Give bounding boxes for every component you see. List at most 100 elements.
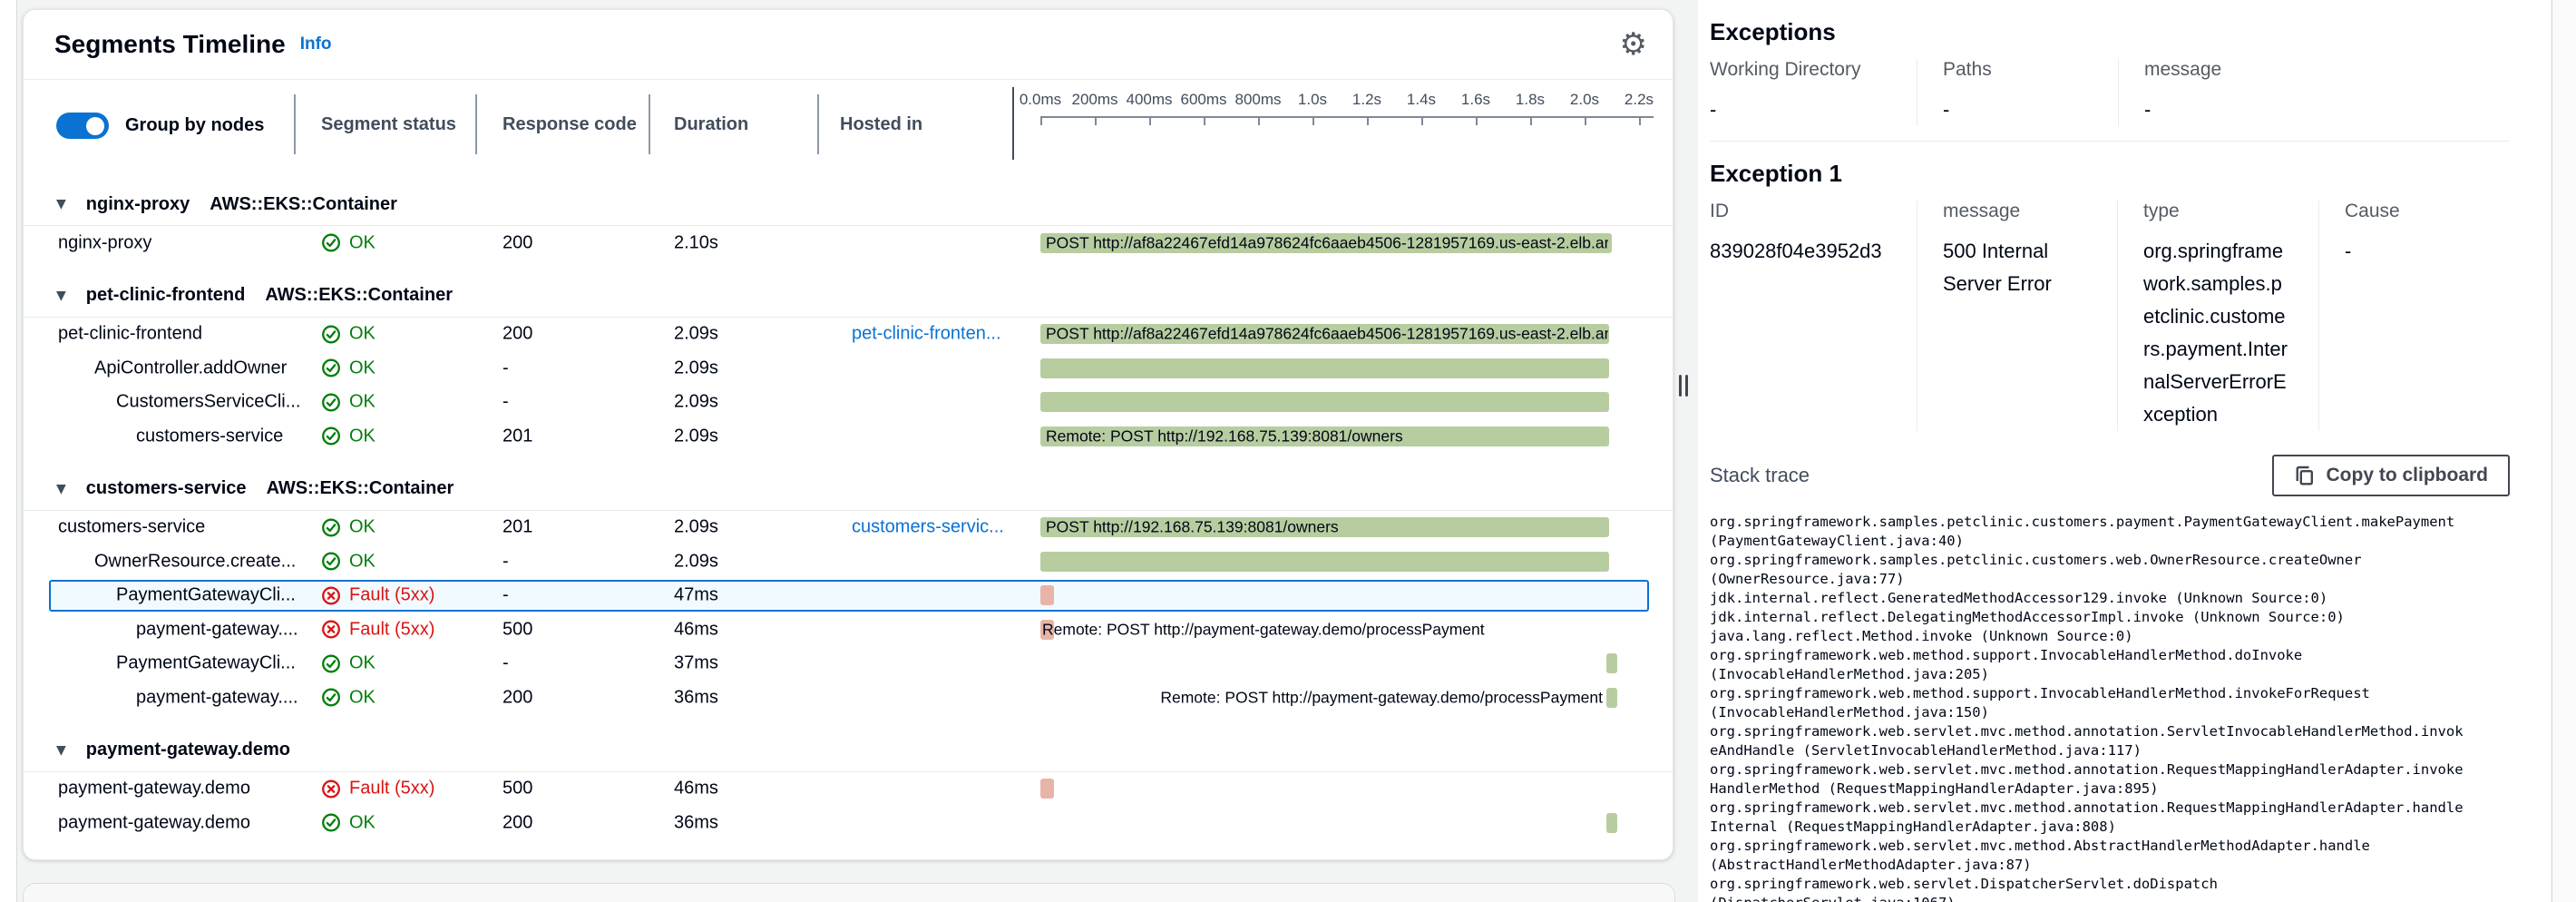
check-circle-icon [321, 653, 341, 673]
group-name: payment-gateway.demo [86, 740, 290, 760]
timeline-bar[interactable] [1606, 653, 1617, 673]
message-field: message - [2118, 59, 2499, 126]
table-row[interactable]: customers-service OK 201 2.09s customers… [24, 511, 1673, 545]
duration: 2.09s [674, 324, 718, 345]
group-header-payment-gateway-demo[interactable]: ▼ payment-gateway.demo [24, 730, 1673, 772]
panel-resize-handle[interactable] [1685, 375, 1688, 397]
table-row[interactable]: OwnerResource.create... OK - 2.09s [24, 544, 1673, 579]
group-header-nginx-proxy[interactable]: ▼ nginx-proxy AWS::EKS::Container [24, 183, 1673, 226]
axis-tick-label: 0.0ms [1020, 91, 1061, 109]
paths-field: Paths - [1917, 59, 2118, 126]
table-row[interactable]: payment-gateway.demo Fault (5xx) 500 46m… [24, 772, 1673, 807]
copy-to-clipboard-button[interactable]: Copy to clipboard [2272, 455, 2511, 496]
response-code: 200 [503, 324, 532, 345]
gear-icon[interactable]: ⚙ [1620, 29, 1647, 60]
collapse-triangle-icon[interactable]: ▼ [56, 289, 66, 303]
status-badge: OK [321, 426, 376, 446]
divider [1710, 141, 2510, 142]
table-row[interactable]: ApiController.addOwner OK - 2.09s [24, 351, 1673, 386]
response-code: 200 [503, 232, 532, 253]
timeline-bar[interactable] [1040, 358, 1609, 378]
duration: 46ms [674, 779, 718, 799]
table-row[interactable]: PaymentGatewayCli... OK - 37ms [24, 647, 1673, 681]
response-code: - [503, 358, 509, 378]
column-header-hosted-in: Hosted in [840, 114, 922, 135]
duration: 2.09s [674, 392, 718, 413]
axis-tick-label: 800ms [1234, 91, 1281, 109]
duration: 37ms [674, 653, 718, 674]
column-divider [817, 94, 819, 154]
group-header-customers-service[interactable]: ▼ customers-service AWS::EKS::Container [24, 468, 1673, 511]
table-row[interactable]: customers-service OK 201 2.09s Remote: P… [24, 419, 1673, 454]
table-row[interactable]: payment-gateway.... OK 200 36ms Remote: … [24, 681, 1673, 715]
toggle-knob [86, 117, 104, 135]
timeline-bar-label: POST http://192.168.75.139:8081/owners [1046, 518, 1339, 537]
column-divider [294, 94, 296, 154]
status-badge: OK [321, 517, 376, 538]
panel-resize-handle[interactable] [1679, 375, 1682, 397]
segment-name: nginx-proxy [58, 232, 151, 253]
timeline-bar[interactable] [1606, 813, 1617, 833]
column-divider [649, 94, 650, 154]
group-name: pet-clinic-frontend [86, 285, 246, 306]
response-code: - [503, 585, 509, 606]
segment-name: PaymentGatewayCli... [116, 653, 296, 674]
collapse-triangle-icon[interactable]: ▼ [56, 743, 66, 758]
copy-icon [2294, 465, 2316, 486]
timeline-bar-label: POST http://af8a22467efd14a978624fc6aaeb… [1046, 233, 1608, 252]
timeline-bar[interactable] [1040, 779, 1054, 799]
exception-cause-field: Cause - [2318, 201, 2536, 431]
axis-tick-label: 400ms [1126, 91, 1172, 109]
hosted-in-link[interactable]: customers-servic... [852, 517, 1004, 538]
axis-tick-label: 1.0s [1298, 91, 1327, 109]
x-circle-icon [321, 779, 341, 799]
table-row-selected[interactable]: PaymentGatewayCli... Fault (5xx) - 47ms [24, 579, 1673, 613]
group-by-nodes-toggle[interactable] [56, 113, 109, 139]
table-row[interactable]: CustomersServiceCli... OK - 2.09s [24, 386, 1673, 420]
check-circle-icon [321, 426, 341, 446]
axis-tick-label: 1.4s [1407, 91, 1436, 109]
duration: 2.09s [674, 551, 718, 572]
segment-name: payment-gateway.... [136, 619, 298, 640]
status-badge: OK [321, 324, 376, 345]
axis-tick-label: 200ms [1071, 91, 1117, 109]
exception-1-title: Exception 1 [1710, 160, 2551, 188]
table-row[interactable]: nginx-proxy OK 200 2.10s POST http://af8… [24, 226, 1673, 260]
timeline-bar[interactable] [1040, 392, 1609, 412]
timeline-bar-label: POST http://af8a22467efd14a978624fc6aaeb… [1046, 325, 1608, 344]
check-circle-icon [321, 358, 341, 378]
timeline-axis-boundary [1012, 87, 1014, 160]
table-row[interactable]: payment-gateway.demo OK 200 36ms [24, 806, 1673, 840]
collapse-triangle-icon[interactable]: ▼ [56, 482, 66, 496]
timeline-bar-label: Remote: POST http://payment-gateway.demo… [1160, 688, 1603, 707]
check-circle-icon [321, 324, 341, 344]
group-header-pet-clinic-frontend[interactable]: ▼ pet-clinic-frontend AWS::EKS::Containe… [24, 275, 1673, 318]
duration: 2.09s [674, 358, 718, 378]
timeline-bar[interactable] [1040, 552, 1609, 572]
check-circle-icon [321, 552, 341, 572]
exceptions-summary: Working Directory - Paths - message - [1710, 59, 2551, 126]
table-row[interactable]: pet-clinic-frontend OK 200 2.09s pet-cli… [24, 318, 1673, 352]
group-by-nodes-toggle-wrap: Group by nodes [56, 113, 264, 139]
status-badge: OK [321, 653, 376, 674]
exceptions-title: Exceptions [1710, 18, 2551, 46]
x-circle-icon [321, 585, 341, 605]
segments-table: ▼ nginx-proxy AWS::EKS::Container nginx-… [24, 183, 1673, 840]
check-circle-icon [321, 813, 341, 833]
axis-tick-label: 2.0s [1570, 91, 1599, 109]
stack-trace-label: Stack trace [1710, 464, 1810, 487]
stack-trace-text: org.springframework.samples.petclinic.cu… [1710, 513, 2551, 902]
axis-tick-label: 1.8s [1516, 91, 1545, 109]
segment-name: pet-clinic-frontend [58, 324, 202, 345]
timeline-bar[interactable] [1606, 688, 1617, 708]
response-code: 200 [503, 812, 532, 833]
vertical-scrollbar[interactable] [2552, 0, 2576, 902]
hosted-in-link[interactable]: pet-clinic-fronten... [852, 324, 1001, 345]
timeline-bar[interactable] [1040, 585, 1054, 605]
table-toolbar: Group by nodes Segment status Response c… [24, 80, 1673, 183]
timeline-bar-label: Remote: POST http://192.168.75.139:8081/… [1046, 426, 1403, 446]
segment-name: customers-service [136, 426, 283, 446]
info-link[interactable]: Info [300, 34, 332, 54]
table-row[interactable]: payment-gateway.... Fault (5xx) 500 46ms… [24, 613, 1673, 647]
collapse-triangle-icon[interactable]: ▼ [56, 197, 66, 211]
